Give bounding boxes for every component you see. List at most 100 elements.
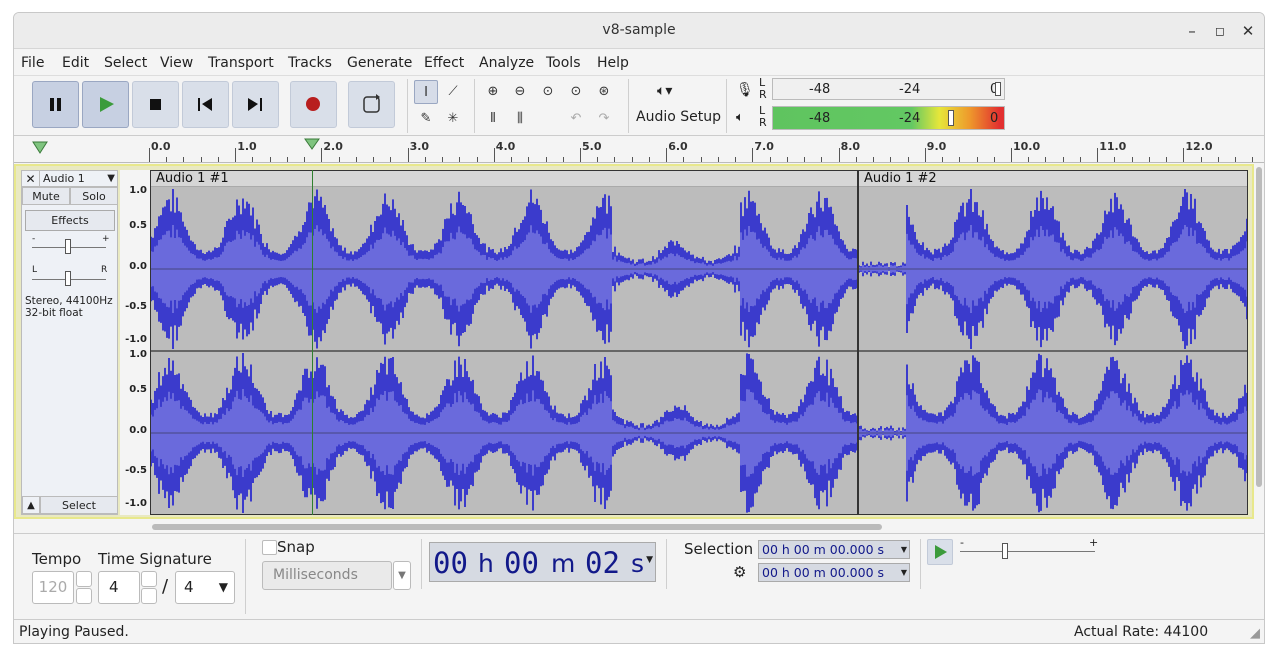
zoom-out-icon[interactable]: ⊖: [508, 80, 532, 104]
selection-start[interactable]: 00 h 00 m 00.000 s ▼: [758, 540, 910, 559]
silence-audio-icon[interactable]: ⫼: [508, 107, 532, 131]
select-track-button[interactable]: Select: [40, 496, 118, 514]
vertical-scrollbar-thumb[interactable]: [1256, 167, 1262, 487]
menu-file[interactable]: File: [21, 55, 44, 71]
fit-selection-icon[interactable]: ⊙: [536, 80, 560, 104]
horizontal-scrollbar[interactable]: [14, 521, 1254, 533]
ruler-label: 4.0: [495, 140, 516, 153]
timeline-ruler[interactable]: 0.0 1.0 2.0 3.0 4.0 5.0 6.0 7.0 8.0 9.0 10.0 11.0 12…: [14, 135, 1264, 163]
mute-button[interactable]: Mute: [22, 187, 70, 205]
gear-icon[interactable]: ⚙: [733, 563, 746, 581]
zoom-in-icon[interactable]: ⊕: [481, 80, 505, 104]
tempo-up-button[interactable]: [76, 571, 92, 587]
audio-setup-speaker-icon[interactable]: 🔈︎▾: [657, 83, 672, 99]
minimize-icon[interactable]: –: [1182, 21, 1202, 41]
audio-clip-2[interactable]: Audio 1 #2: [858, 170, 1248, 515]
solo-button[interactable]: Solo: [70, 187, 118, 205]
close-icon[interactable]: ✕: [1238, 21, 1258, 41]
stop-button[interactable]: [132, 81, 179, 128]
ruler-minor-tick: [442, 157, 444, 162]
clip-title[interactable]: Audio 1 #2: [859, 171, 1247, 187]
snap-unit-select[interactable]: Milliseconds: [262, 561, 392, 590]
numerator-down-button[interactable]: [141, 588, 157, 604]
menu-effect[interactable]: Effect: [424, 55, 464, 71]
selection-end[interactable]: 00 h 00 m 00.000 s ▼: [758, 563, 910, 582]
menu-view[interactable]: View: [160, 55, 193, 71]
chevron-down-icon[interactable]: ▼: [393, 561, 411, 590]
play-speed-slider[interactable]: [960, 551, 1095, 552]
numerator-up-button[interactable]: [141, 571, 157, 587]
menu-edit[interactable]: Edit: [62, 55, 89, 71]
audio-setup-button[interactable]: Audio Setup: [636, 109, 721, 125]
ruler-major-tick: [924, 148, 926, 162]
microphone-icon[interactable]: 🎙︎: [736, 82, 754, 98]
time-display[interactable]: 00 h 00 m 02 s ▼: [429, 542, 656, 582]
ruler-major-tick: [149, 148, 150, 162]
speaker-icon[interactable]: 🔈︎: [736, 110, 744, 125]
track-area: ✕ Audio 1 ▼ Mute Solo Effects - + L R St…: [14, 164, 1254, 519]
record-meter-slider[interactable]: [995, 82, 1001, 96]
record-meter[interactable]: -48 -24 0: [772, 78, 1005, 100]
draw-tool-icon[interactable]: ✎: [414, 107, 438, 131]
tempo-input[interactable]: 120: [32, 571, 74, 604]
app-window: v8-sample – ◻ ✕ File Edit Select View Tr…: [13, 12, 1265, 644]
ruler-label: 10.0: [1013, 140, 1041, 153]
loop-button[interactable]: [348, 81, 395, 128]
audio-clip-1[interactable]: Audio 1 #1: [150, 170, 858, 515]
maximize-icon[interactable]: ◻: [1210, 21, 1230, 41]
ruler-minor-tick: [597, 157, 599, 162]
trim-audio-icon[interactable]: ⫴: [481, 107, 505, 131]
ruler-major-tick: [493, 148, 495, 162]
clip-waveform: [859, 189, 1247, 513]
collapse-track-icon[interactable]: ▲: [22, 496, 40, 514]
multi-tool-icon[interactable]: ✳: [441, 107, 465, 131]
menu-generate[interactable]: Generate: [347, 55, 412, 71]
skip-to-start-button[interactable]: [182, 81, 229, 128]
menu-select[interactable]: Select: [104, 55, 147, 71]
vertical-scrollbar[interactable]: [1254, 165, 1264, 515]
pause-button[interactable]: [32, 81, 79, 128]
ruler-label: 3.0: [409, 140, 430, 153]
ruler-minor-tick: [907, 157, 909, 162]
tempo-down-button[interactable]: [76, 588, 92, 604]
play-speed-thumb[interactable]: [1002, 543, 1008, 559]
ruler-major-tick: [1011, 148, 1012, 162]
track-close-icon[interactable]: ✕: [22, 171, 40, 187]
pan-slider-thumb[interactable]: [65, 271, 71, 286]
skip-to-end-button[interactable]: [232, 81, 279, 128]
menu-transport[interactable]: Transport: [208, 55, 274, 71]
toolbar-separator: [920, 539, 921, 589]
effects-button[interactable]: Effects: [25, 210, 115, 231]
menu-analyze[interactable]: Analyze: [479, 55, 534, 71]
ruler-minor-tick: [1045, 157, 1047, 162]
envelope-tool-icon[interactable]: ⟋: [441, 80, 465, 104]
menu-tools[interactable]: Tools: [546, 55, 581, 71]
undo-icon[interactable]: ↶: [564, 107, 588, 131]
play-button[interactable]: [82, 81, 129, 128]
clip-title[interactable]: Audio 1 #1: [151, 171, 857, 187]
track-name-menu[interactable]: Audio 1 ▼: [40, 171, 118, 187]
selection-tool-icon[interactable]: I: [414, 80, 438, 104]
play-at-speed-button[interactable]: [927, 539, 953, 565]
ruler-minor-tick: [786, 157, 788, 162]
title-bar: v8-sample – ◻ ✕: [14, 13, 1264, 49]
playback-position-icon: [304, 138, 320, 150]
time-sig-denominator-select[interactable]: 4 ▼: [175, 571, 235, 604]
ruler-minor-tick: [631, 157, 633, 162]
menu-tracks[interactable]: Tracks: [288, 55, 332, 71]
playback-volume-slider[interactable]: [948, 110, 954, 126]
fit-project-icon[interactable]: ⊙: [564, 80, 588, 104]
snap-checkbox[interactable]: [262, 540, 277, 555]
ruler-minor-tick: [528, 157, 530, 162]
ruler-minor-tick: [821, 157, 823, 162]
play-head-marker-icon[interactable]: [32, 141, 48, 155]
horizontal-scrollbar-thumb[interactable]: [152, 524, 882, 530]
time-sig-numerator-input[interactable]: 4: [98, 571, 140, 604]
gain-slider-thumb[interactable]: [65, 239, 71, 254]
redo-icon[interactable]: ↷: [592, 107, 616, 131]
resize-grip-icon[interactable]: ◢: [1250, 626, 1260, 641]
zoom-toggle-icon[interactable]: ⊛: [592, 80, 616, 104]
menu-help[interactable]: Help: [597, 55, 629, 71]
playback-meter[interactable]: -48 -24 0: [772, 106, 1005, 130]
record-button[interactable]: [290, 81, 337, 128]
